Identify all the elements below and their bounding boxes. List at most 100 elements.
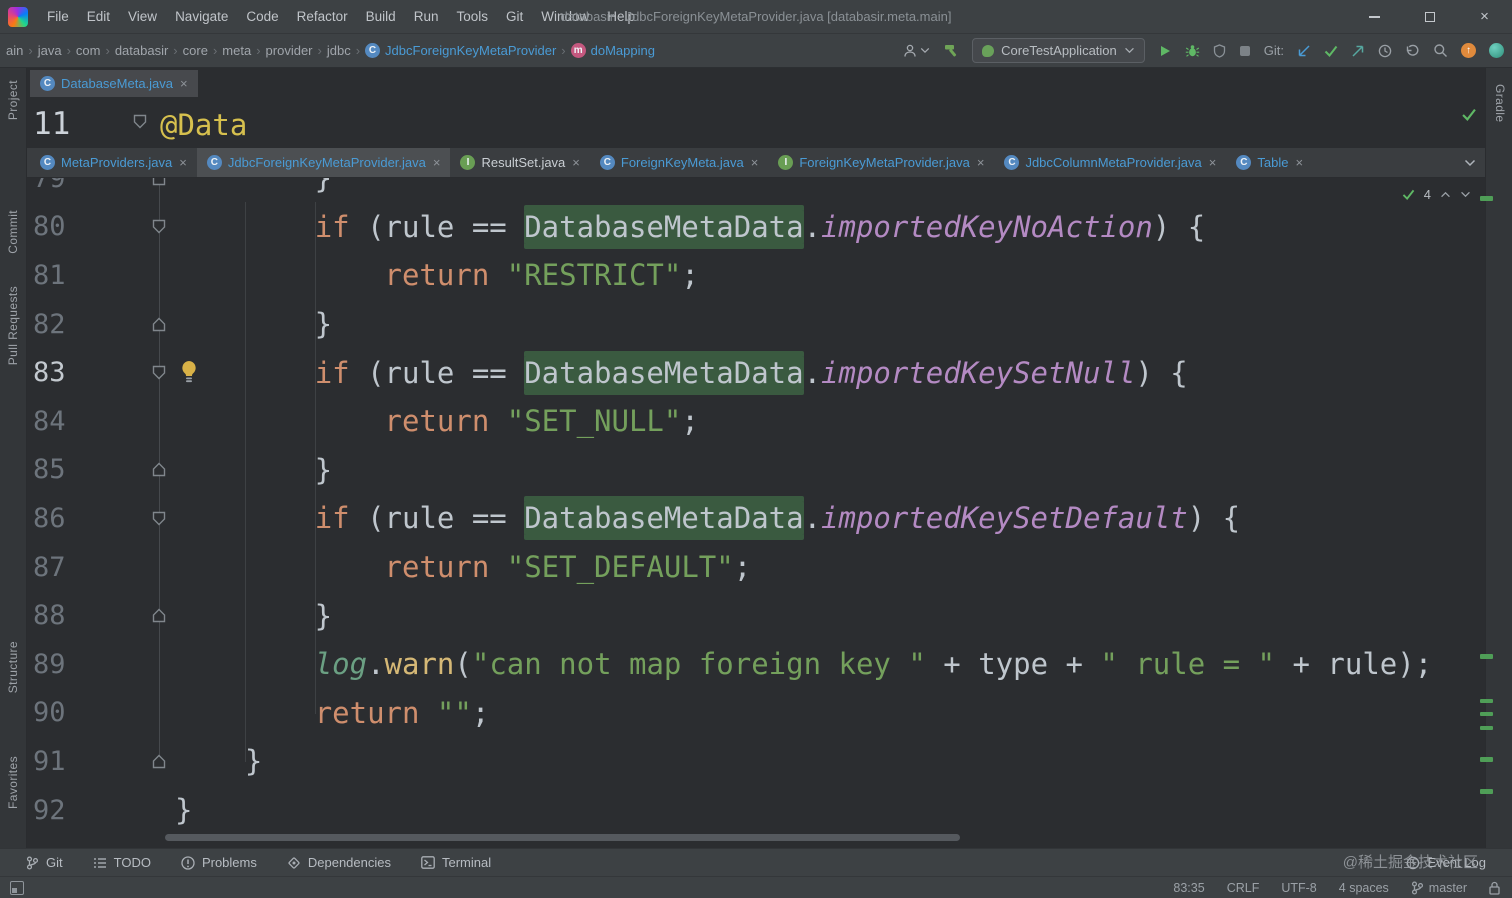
code-line-92[interactable]: 92} — [27, 786, 1485, 835]
breadcrumb-item-jdbc[interactable]: jdbc — [323, 43, 355, 58]
tool-stripe-pull-requests[interactable]: Pull Requests — [6, 286, 20, 365]
coverage-button[interactable] — [1213, 43, 1226, 58]
user-menu-button[interactable] — [903, 44, 930, 58]
code-text[interactable]: } — [175, 744, 262, 778]
close-tab-icon[interactable]: × — [1209, 155, 1217, 170]
close-tab-icon[interactable]: × — [433, 155, 441, 170]
inspection-ok-icon[interactable] — [1461, 108, 1477, 121]
line-number[interactable]: 79 — [27, 178, 103, 194]
code-text[interactable]: @Data — [160, 108, 247, 142]
fold-marker-down-icon[interactable] — [103, 511, 175, 526]
fold-marker-up-icon[interactable] — [103, 754, 175, 769]
line-number[interactable]: 85 — [27, 454, 103, 485]
code-text[interactable]: } — [175, 307, 332, 341]
git-branch[interactable]: master — [1411, 881, 1467, 895]
tab-table[interactable]: Table × — [1226, 148, 1313, 177]
code-text[interactable]: } — [175, 599, 332, 633]
code-line-88[interactable]: 88 } — [27, 591, 1485, 640]
git-push-button[interactable] — [1351, 44, 1365, 58]
indent-style[interactable]: 4 spaces — [1339, 881, 1389, 895]
app-logo-icon[interactable] — [8, 6, 28, 27]
line-number[interactable]: 11 — [33, 106, 70, 142]
horizontal-scrollbar[interactable] — [165, 834, 960, 841]
fold-marker-up-icon[interactable] — [103, 608, 175, 623]
readonly-lock-icon[interactable] — [1489, 881, 1500, 895]
tab-foreignkeymeta-java[interactable]: ForeignKeyMeta.java × — [590, 148, 768, 177]
close-tab-icon[interactable]: × — [179, 155, 187, 170]
tool-stripe-favorites[interactable]: Favorites — [6, 756, 20, 809]
intention-bulb-icon[interactable] — [179, 360, 199, 384]
tab-foreignkeymetaprovider-java[interactable]: ForeignKeyMetaProvider.java × — [768, 148, 994, 177]
tool-window-terminal[interactable]: Terminal — [421, 855, 491, 870]
menu-refactor[interactable]: Refactor — [288, 6, 357, 27]
code-text[interactable]: if (rule == DatabaseMetaData.importedKey… — [175, 355, 1188, 390]
breadcrumb-item-databasir[interactable]: databasir — [111, 43, 172, 58]
tool-stripe-project[interactable]: Project — [6, 80, 20, 120]
code-text[interactable]: return "SET_DEFAULT"; — [175, 550, 752, 584]
line-number[interactable]: 86 — [27, 503, 103, 534]
breadcrumb-item-ain[interactable]: ain — [2, 43, 27, 58]
update-notification-icon[interactable]: ↑ — [1461, 43, 1476, 58]
code-line-81[interactable]: 81 return "RESTRICT"; — [27, 251, 1485, 300]
menu-edit[interactable]: Edit — [78, 6, 119, 27]
run-button[interactable] — [1158, 44, 1172, 58]
line-number[interactable]: 80 — [27, 211, 103, 242]
close-tab-icon[interactable]: × — [572, 155, 580, 170]
tool-window-todo[interactable]: TODO — [93, 855, 151, 870]
menu-navigate[interactable]: Navigate — [166, 6, 237, 27]
code-line-80[interactable]: 80 if (rule == DatabaseMetaData.imported… — [27, 203, 1485, 252]
rollback-button[interactable] — [1405, 44, 1420, 58]
minimize-button[interactable] — [1347, 0, 1402, 33]
prev-occurrence-button[interactable] — [1440, 191, 1451, 198]
code-line-79[interactable]: 79 } — [27, 178, 1485, 203]
code-text[interactable]: } — [175, 178, 332, 195]
close-tab-icon[interactable]: × — [977, 155, 985, 170]
line-number[interactable]: 83 — [27, 357, 103, 388]
git-update-button[interactable] — [1297, 44, 1311, 58]
tab-databasemeta-java[interactable]: DatabaseMeta.java × — [30, 70, 198, 97]
maximize-button[interactable] — [1402, 0, 1457, 33]
tool-window-git[interactable]: Git — [26, 855, 63, 870]
fold-marker-up-icon[interactable] — [103, 462, 175, 477]
line-separator[interactable]: CRLF — [1227, 881, 1260, 895]
code-text[interactable]: } — [175, 453, 332, 487]
fold-marker-down-icon[interactable] — [103, 219, 175, 234]
fold-marker-up-icon[interactable] — [103, 178, 175, 186]
code-text[interactable]: if (rule == DatabaseMetaData.importedKey… — [175, 501, 1240, 536]
tool-stripe-structure[interactable]: Structure — [6, 641, 20, 693]
code-text[interactable]: } — [175, 793, 192, 827]
code-text[interactable]: return ""; — [175, 696, 490, 730]
breadcrumb-item-provider[interactable]: provider — [262, 43, 317, 58]
code-line-85[interactable]: 85 } — [27, 446, 1485, 495]
menu-view[interactable]: View — [119, 6, 166, 27]
build-hammer-icon[interactable] — [943, 43, 959, 58]
code-line-84[interactable]: 84 return "SET_NULL"; — [27, 397, 1485, 446]
close-button[interactable]: × — [1457, 0, 1512, 33]
menu-git[interactable]: Git — [497, 6, 532, 27]
breadcrumb-item-com[interactable]: com — [72, 43, 105, 58]
breadcrumb-item-core[interactable]: core — [179, 43, 212, 58]
code-text[interactable]: return "RESTRICT"; — [175, 258, 699, 292]
code-line-90[interactable]: 90 return ""; — [27, 689, 1485, 738]
line-number[interactable]: 81 — [27, 260, 103, 291]
tab-metaproviders-java[interactable]: MetaProviders.java × — [30, 148, 197, 177]
breadcrumb-item-domapping[interactable]: doMapping — [567, 43, 659, 58]
caret-position[interactable]: 83:35 — [1173, 881, 1204, 895]
breadcrumb-item-java[interactable]: java — [34, 43, 66, 58]
next-occurrence-button[interactable] — [1460, 191, 1471, 198]
code-text[interactable]: log.warn("can not map foreign key " + ty… — [175, 647, 1432, 681]
code-line-91[interactable]: 91 } — [27, 737, 1485, 786]
tool-stripe-gradle[interactable]: Gradle — [1493, 84, 1507, 122]
code-line-82[interactable]: 82 } — [27, 300, 1485, 349]
toolwindow-toggle-icon[interactable] — [10, 880, 24, 895]
fold-marker-down-icon[interactable] — [132, 114, 148, 129]
code-line-86[interactable]: 86 if (rule == DatabaseMetaData.imported… — [27, 494, 1485, 543]
line-number[interactable]: 92 — [27, 795, 103, 826]
tool-window-problems[interactable]: Problems — [181, 855, 257, 870]
ide-status-ball-icon[interactable] — [1489, 43, 1504, 58]
line-number[interactable]: 90 — [27, 697, 103, 728]
tool-window-dependencies[interactable]: Dependencies — [287, 855, 391, 870]
close-tab-icon[interactable]: × — [1295, 155, 1303, 170]
menu-code[interactable]: Code — [237, 6, 287, 27]
debug-button[interactable] — [1185, 44, 1200, 58]
